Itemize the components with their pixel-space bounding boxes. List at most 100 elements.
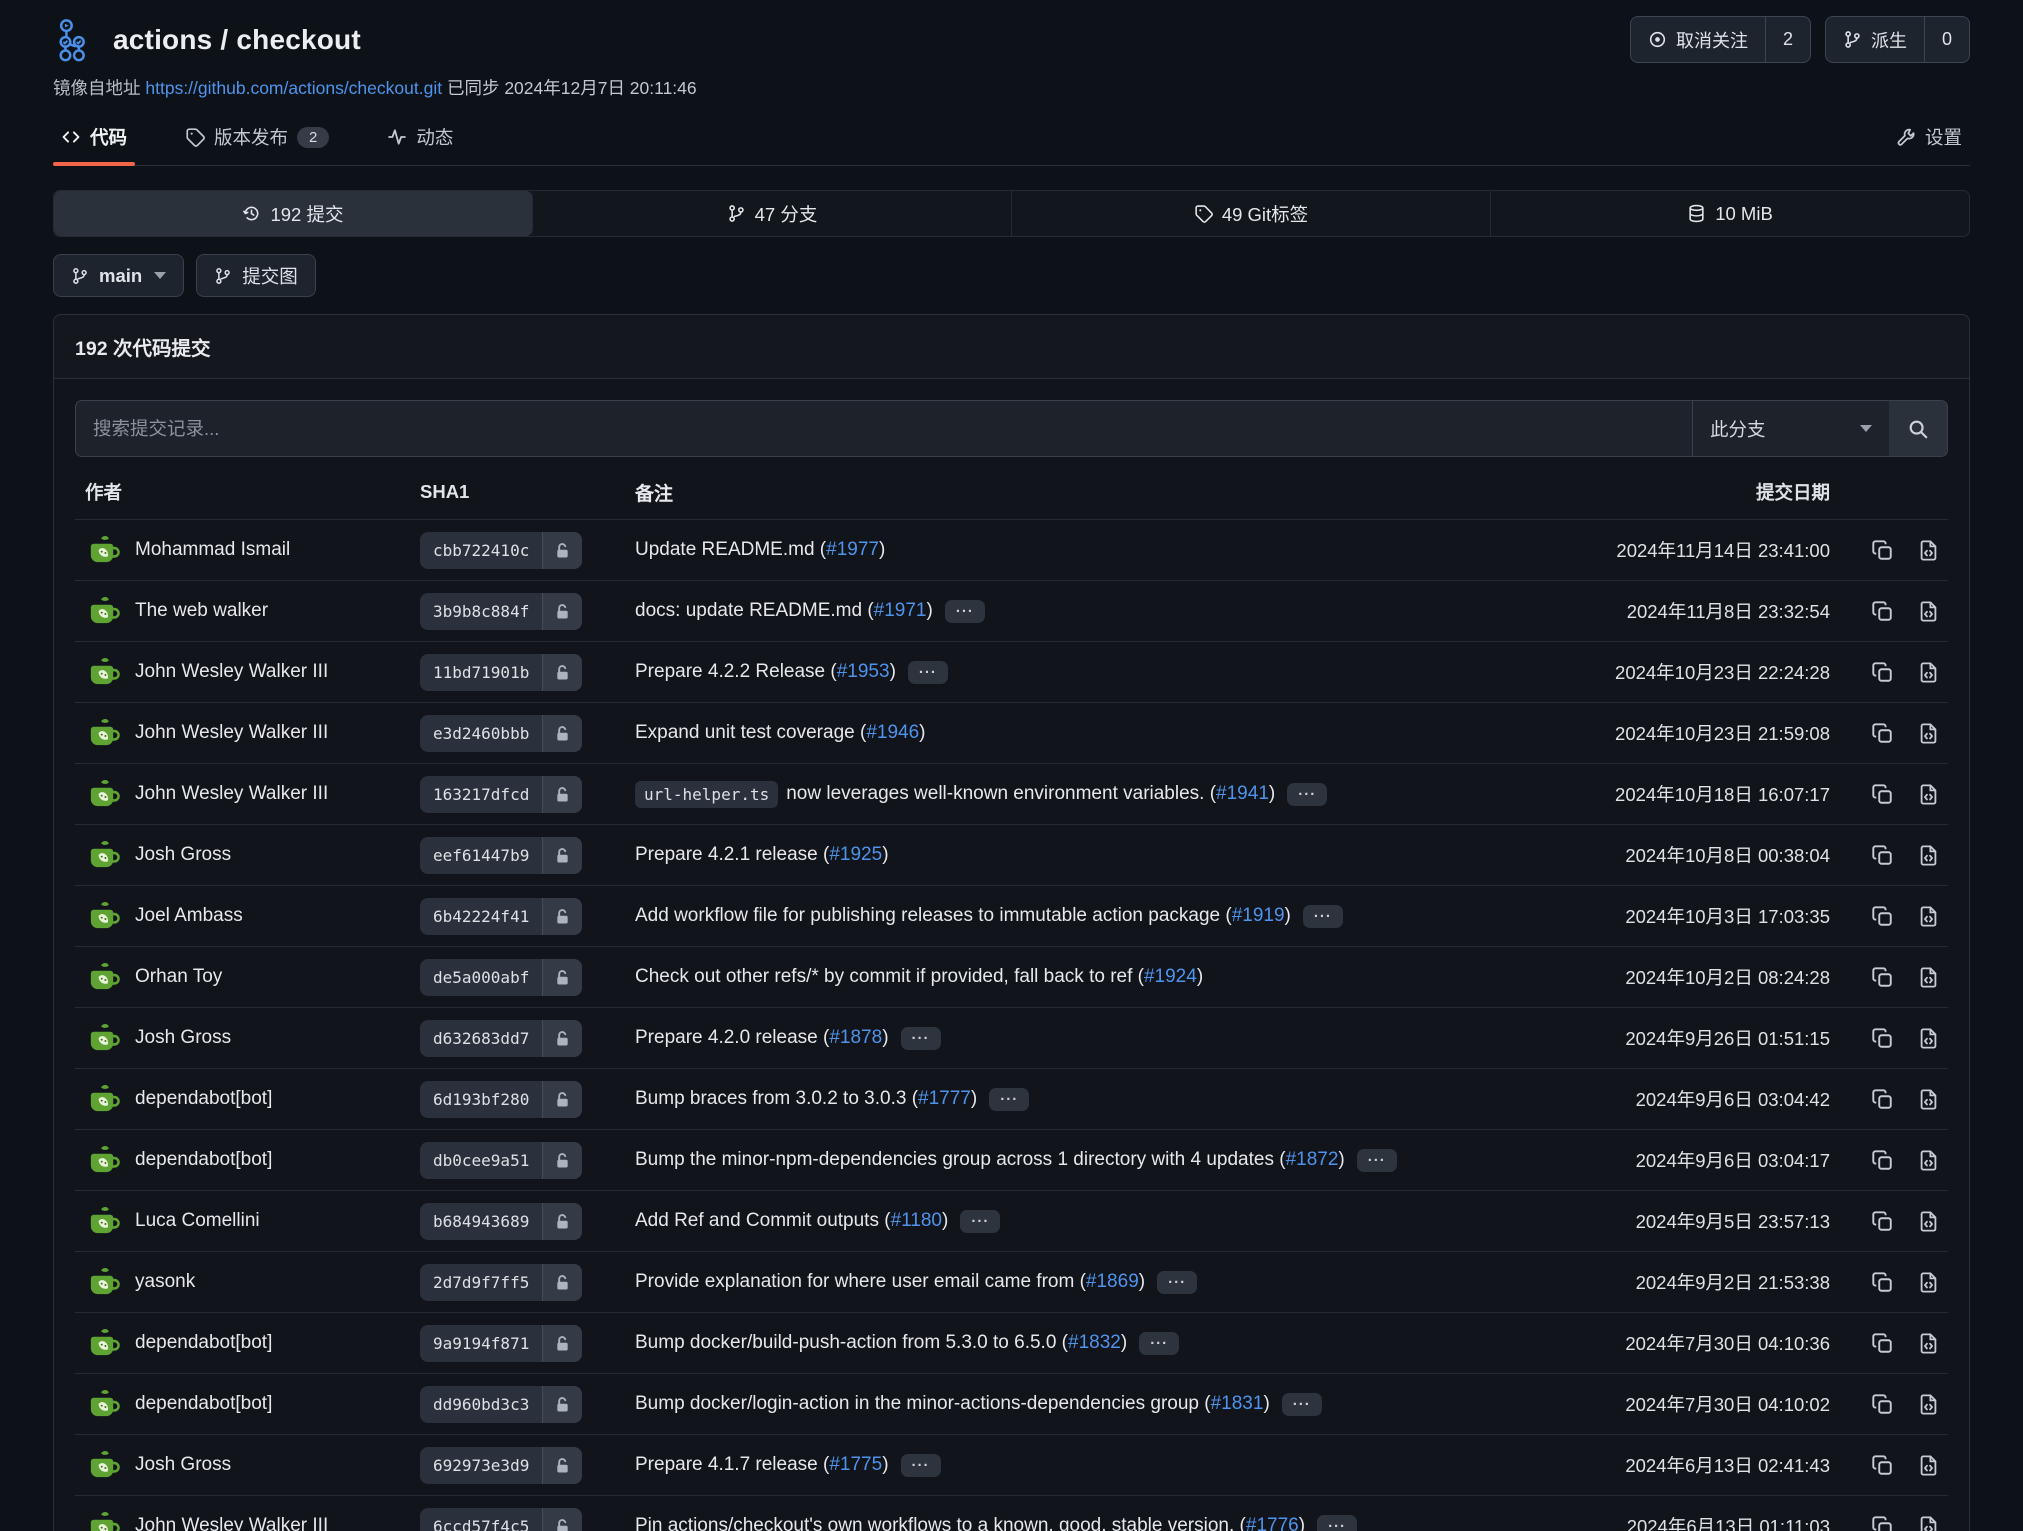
author-name[interactable]: dependabot[bot]: [135, 1088, 272, 1110]
commit-sha-badge[interactable]: cbb722410c: [420, 532, 582, 569]
stat-commits[interactable]: 192 提交: [54, 191, 533, 236]
expand-commit-message-button[interactable]: ···: [1282, 1393, 1322, 1416]
unwatch-button[interactable]: 取消关注 2: [1630, 16, 1811, 63]
copy-sha-icon[interactable]: [1871, 1271, 1894, 1294]
issue-link[interactable]: #1180: [891, 1210, 942, 1232]
commit-sha[interactable]: 692973e3d9: [420, 1447, 542, 1484]
copy-sha-icon[interactable]: [1871, 600, 1894, 623]
expand-commit-message-button[interactable]: ···: [901, 1027, 941, 1050]
commit-sha[interactable]: de5a000abf: [420, 959, 542, 996]
commit-sha-badge[interactable]: 6d193bf280: [420, 1081, 582, 1118]
issue-link[interactable]: #1777: [918, 1088, 971, 1110]
commit-message[interactable]: url-helper.ts now leverages well-known e…: [635, 781, 1530, 808]
author-name[interactable]: John Wesley Walker III: [135, 1515, 328, 1531]
commit-sha-badge[interactable]: eef61447b9: [420, 837, 582, 874]
copy-sha-icon[interactable]: [1871, 1149, 1894, 1172]
stat-size[interactable]: 10 MiB: [1491, 191, 1969, 236]
commit-message[interactable]: Provide explanation for where user email…: [635, 1271, 1530, 1294]
browse-source-icon[interactable]: [1917, 1515, 1940, 1531]
author-name[interactable]: yasonk: [135, 1271, 195, 1293]
copy-sha-icon[interactable]: [1871, 661, 1894, 684]
issue-link[interactable]: #1924: [1144, 966, 1197, 988]
fork-button[interactable]: 派生 0: [1825, 16, 1970, 63]
expand-commit-message-button[interactable]: ···: [960, 1210, 1000, 1233]
commit-sha-badge[interactable]: 3b9b8c884f: [420, 593, 582, 630]
commit-message[interactable]: Update README.md (#1977): [635, 539, 1530, 561]
tab-activity[interactable]: 动态: [379, 112, 461, 165]
browse-source-icon[interactable]: [1917, 1027, 1940, 1050]
commit-message[interactable]: Add workflow file for publishing release…: [635, 905, 1530, 928]
commit-sha[interactable]: 11bd71901b: [420, 654, 542, 691]
commit-sha-badge[interactable]: e3d2460bbb: [420, 715, 582, 752]
commit-sha[interactable]: dd960bd3c3: [420, 1386, 542, 1423]
commit-sha-badge[interactable]: b684943689: [420, 1203, 582, 1240]
copy-sha-icon[interactable]: [1871, 1393, 1894, 1416]
commit-sha[interactable]: 6d193bf280: [420, 1081, 542, 1118]
commit-message[interactable]: Bump braces from 3.0.2 to 3.0.3 (#1777)·…: [635, 1088, 1530, 1111]
issue-link[interactable]: #1971: [874, 600, 927, 622]
browse-source-icon[interactable]: [1917, 1088, 1940, 1111]
expand-commit-message-button[interactable]: ···: [1357, 1149, 1397, 1172]
commit-message[interactable]: Prepare 4.2.2 Release (#1953)···: [635, 661, 1530, 684]
browse-source-icon[interactable]: [1917, 722, 1940, 745]
commit-sha[interactable]: 6ccd57f4c5: [420, 1508, 542, 1531]
browse-source-icon[interactable]: [1917, 844, 1940, 867]
issue-link[interactable]: #1775: [829, 1454, 882, 1476]
commit-sha[interactable]: 3b9b8c884f: [420, 593, 542, 630]
browse-source-icon[interactable]: [1917, 1454, 1940, 1477]
expand-commit-message-button[interactable]: ···: [1303, 905, 1343, 928]
browse-source-icon[interactable]: [1917, 1271, 1940, 1294]
search-input[interactable]: [75, 400, 1692, 457]
author-name[interactable]: dependabot[bot]: [135, 1332, 272, 1354]
expand-commit-message-button[interactable]: ···: [908, 661, 948, 684]
issue-link[interactable]: #1832: [1068, 1332, 1121, 1354]
author-name[interactable]: The web walker: [135, 600, 268, 622]
commit-message[interactable]: Check out other refs/* by commit if prov…: [635, 966, 1530, 988]
expand-commit-message-button[interactable]: ···: [901, 1454, 941, 1477]
expand-commit-message-button[interactable]: ···: [989, 1088, 1029, 1111]
author-name[interactable]: John Wesley Walker III: [135, 783, 328, 805]
tab-settings[interactable]: 设置: [1888, 112, 1970, 165]
author-name[interactable]: Luca Comellini: [135, 1210, 260, 1232]
author-name[interactable]: Mohammad Ismail: [135, 539, 290, 561]
commit-message[interactable]: Pin actions/checkout's own workflows to …: [635, 1515, 1530, 1531]
commit-graph-button[interactable]: 提交图: [196, 254, 316, 297]
commit-sha[interactable]: d632683dd7: [420, 1020, 542, 1057]
author-name[interactable]: Orhan Toy: [135, 966, 222, 988]
author-name[interactable]: dependabot[bot]: [135, 1393, 272, 1415]
browse-source-icon[interactable]: [1917, 1393, 1940, 1416]
issue-link[interactable]: #1953: [837, 661, 890, 683]
copy-sha-icon[interactable]: [1871, 844, 1894, 867]
commit-sha-badge[interactable]: 2d7d9f7ff5: [420, 1264, 582, 1301]
commit-message[interactable]: Prepare 4.2.1 release (#1925): [635, 844, 1530, 866]
copy-sha-icon[interactable]: [1871, 1027, 1894, 1050]
commit-sha[interactable]: 9a9194f871: [420, 1325, 542, 1362]
author-name[interactable]: Josh Gross: [135, 1454, 231, 1476]
commit-sha[interactable]: eef61447b9: [420, 837, 542, 874]
commit-message[interactable]: Prepare 4.1.7 release (#1775)···: [635, 1454, 1530, 1477]
author-name[interactable]: dependabot[bot]: [135, 1149, 272, 1171]
author-name[interactable]: John Wesley Walker III: [135, 722, 328, 744]
expand-commit-message-button[interactable]: ···: [1287, 783, 1327, 806]
tab-code[interactable]: 代码: [53, 112, 135, 165]
commit-sha[interactable]: b684943689: [420, 1203, 542, 1240]
search-button[interactable]: [1889, 400, 1948, 457]
author-name[interactable]: John Wesley Walker III: [135, 661, 328, 683]
copy-sha-icon[interactable]: [1871, 905, 1894, 928]
copy-sha-icon[interactable]: [1871, 966, 1894, 989]
commit-sha-badge[interactable]: 6b42224f41: [420, 898, 582, 935]
branch-selector[interactable]: main: [53, 254, 184, 297]
copy-sha-icon[interactable]: [1871, 1088, 1894, 1111]
issue-link[interactable]: #1941: [1216, 783, 1269, 805]
commit-sha[interactable]: e3d2460bbb: [420, 715, 542, 752]
commit-message[interactable]: Expand unit test coverage (#1946): [635, 722, 1530, 744]
commit-message[interactable]: Prepare 4.2.0 release (#1878)···: [635, 1027, 1530, 1050]
browse-source-icon[interactable]: [1917, 661, 1940, 684]
commit-sha-badge[interactable]: 11bd71901b: [420, 654, 582, 691]
watch-count[interactable]: 2: [1765, 17, 1810, 62]
expand-commit-message-button[interactable]: ···: [1157, 1271, 1197, 1294]
copy-sha-icon[interactable]: [1871, 539, 1894, 562]
browse-source-icon[interactable]: [1917, 539, 1940, 562]
commit-sha-badge[interactable]: 9a9194f871: [420, 1325, 582, 1362]
issue-link[interactable]: #1925: [829, 844, 882, 866]
